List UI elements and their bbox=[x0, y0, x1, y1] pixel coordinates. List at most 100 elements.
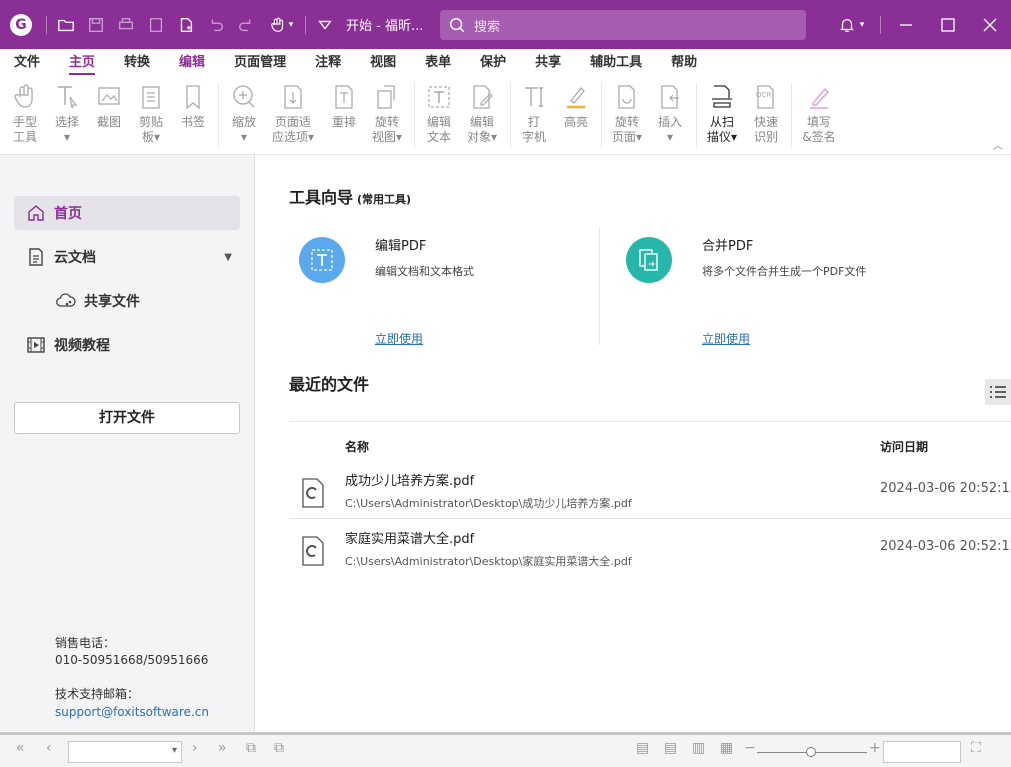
collapse-ribbon-icon[interactable]: ︿ bbox=[993, 137, 1003, 152]
menu-comment[interactable]: 注释 bbox=[315, 49, 341, 77]
nav-video-tutorials[interactable]: 视频教程 bbox=[14, 328, 240, 362]
menu-convert[interactable]: 转换 bbox=[124, 49, 150, 77]
zoom-in-icon[interactable]: + bbox=[869, 740, 881, 756]
use-now-link[interactable]: 立即使用 bbox=[702, 330, 750, 347]
divider bbox=[599, 227, 600, 345]
nav-cloud-docs[interactable]: 云文档 ▼ bbox=[14, 240, 240, 274]
rotate-page-icon bbox=[618, 85, 635, 109]
reflow-button[interactable]: 重排 bbox=[327, 83, 361, 130]
snapshot-button[interactable]: 截图 bbox=[92, 83, 126, 130]
fit-page-button[interactable]: 页面适 应选项▾ bbox=[268, 83, 318, 145]
fullscreen-icon[interactable]: ⛶ bbox=[971, 740, 981, 756]
ribbon-divider bbox=[696, 83, 697, 147]
edit-pdf-icon bbox=[299, 237, 345, 283]
file-access-date: 2024-03-06 20:52:15 bbox=[880, 481, 1011, 496]
bookmark-icon bbox=[186, 85, 200, 110]
continuous-page-icon[interactable]: ▤ bbox=[664, 740, 677, 756]
menu-bar: 文件 主页 转换 编辑 页面管理 注释 视图 表单 保护 共享 辅助工具 帮助 bbox=[0, 49, 1011, 77]
recent-file-row[interactable]: 成功少儿培养方案.pdf C:\Users\Administrator\Desk… bbox=[289, 462, 1011, 519]
edit-text-button[interactable]: 编辑 文本 bbox=[421, 83, 457, 145]
single-page-icon[interactable]: ▤ bbox=[636, 740, 649, 756]
scanner-icon bbox=[712, 85, 732, 108]
zoom-out-icon[interactable]: − bbox=[744, 740, 756, 756]
column-header-name[interactable]: 名称 bbox=[345, 438, 369, 455]
menu-file[interactable]: 文件 bbox=[14, 49, 40, 77]
nav-shared-files[interactable]: 共享文件 bbox=[44, 284, 234, 318]
menu-form[interactable]: 表单 bbox=[425, 49, 451, 77]
save-icon[interactable] bbox=[81, 0, 111, 49]
new-doc-icon[interactable] bbox=[171, 0, 201, 49]
fill-sign-button[interactable]: 填写 &签名 bbox=[798, 83, 840, 145]
recent-file-row[interactable]: 家庭实用菜谱大全.pdf C:\Users\Administrator\Desk… bbox=[289, 520, 1011, 577]
last-page-icon[interactable]: » bbox=[218, 740, 227, 756]
redo-icon[interactable] bbox=[231, 0, 261, 49]
edit-object-button[interactable]: 编辑 对象▾ bbox=[462, 83, 502, 145]
clipboard-icon bbox=[142, 86, 160, 109]
zoom-button[interactable]: 缩放 ▾ bbox=[226, 83, 262, 145]
properties-icon[interactable] bbox=[141, 0, 171, 49]
menu-share[interactable]: 共享 bbox=[535, 49, 561, 77]
quick-ocr-button[interactable]: OCR 快速 识别 bbox=[748, 83, 784, 145]
undo-icon[interactable] bbox=[201, 0, 231, 49]
previous-view-icon[interactable]: ⧉ bbox=[246, 740, 256, 756]
cloud-share-icon bbox=[56, 293, 76, 307]
divider bbox=[305, 15, 306, 34]
menu-home[interactable]: 主页 bbox=[69, 49, 96, 77]
edit-text-icon bbox=[428, 86, 450, 108]
highlight-button[interactable]: 高亮 bbox=[558, 83, 594, 130]
zoom-slider-handle[interactable] bbox=[806, 747, 816, 757]
notification-bell-icon[interactable]: ▾ bbox=[826, 0, 876, 49]
divider bbox=[289, 421, 1011, 422]
next-page-icon[interactable]: › bbox=[192, 740, 198, 756]
open-file-button[interactable]: 打开文件 bbox=[14, 402, 240, 434]
menu-page-management[interactable]: 页面管理 bbox=[234, 49, 286, 77]
hand-tool-button[interactable]: 手型 工具 bbox=[8, 83, 42, 145]
typewriter-button[interactable]: 打字机 bbox=[516, 83, 552, 145]
hand-icon bbox=[14, 84, 33, 108]
expand-arrow-icon[interactable]: ▼ bbox=[224, 252, 232, 263]
use-now-link[interactable]: 立即使用 bbox=[375, 330, 423, 347]
close-button[interactable] bbox=[969, 0, 1011, 49]
document-tab-title[interactable]: 开始 - 福昕... bbox=[346, 15, 436, 34]
title-bar: G ▾ 开始 - 福昕... 搜索 ▾ bbox=[0, 0, 1011, 49]
minimize-button[interactable] bbox=[885, 0, 927, 49]
previous-page-icon[interactable]: ‹ bbox=[46, 740, 52, 756]
column-header-date[interactable]: 访问日期 bbox=[880, 438, 928, 455]
clipboard-button[interactable]: 剪贴 板▾ bbox=[134, 83, 168, 145]
support-email-link[interactable]: support@foxitsoftware.cn bbox=[55, 705, 209, 719]
menu-view[interactable]: 视图 bbox=[370, 49, 396, 77]
bookmark-button[interactable]: 书签 bbox=[176, 83, 210, 130]
zoom-icon bbox=[233, 85, 255, 108]
reflow-icon bbox=[335, 85, 353, 109]
rotate-view-button[interactable]: 旋转 视图▾ bbox=[367, 83, 407, 145]
search-input[interactable]: 搜索 bbox=[440, 10, 806, 40]
pdf-file-icon bbox=[302, 536, 324, 566]
ribbon-divider bbox=[218, 83, 219, 147]
menu-help[interactable]: 帮助 bbox=[671, 49, 697, 77]
rotate-page-button[interactable]: 旋转 页面▾ bbox=[607, 83, 647, 145]
maximize-button[interactable] bbox=[927, 0, 969, 49]
menu-edit[interactable]: 编辑 bbox=[179, 49, 205, 77]
next-view-icon[interactable]: ⧉ bbox=[274, 740, 284, 756]
facing-page-icon[interactable]: ▥ bbox=[692, 740, 705, 756]
list-view-icon[interactable] bbox=[985, 379, 1011, 405]
svg-text:OCR: OCR bbox=[756, 92, 772, 99]
customize-dropdown-icon[interactable] bbox=[310, 0, 340, 49]
first-page-icon[interactable]: « bbox=[16, 740, 25, 756]
open-folder-icon[interactable] bbox=[51, 0, 81, 49]
menu-protect[interactable]: 保护 bbox=[480, 49, 506, 77]
continuous-facing-icon[interactable]: ▦ bbox=[720, 740, 733, 756]
nav-home[interactable]: 首页 bbox=[14, 196, 240, 230]
from-scanner-button[interactable]: 从扫 描仪▾ bbox=[701, 83, 743, 145]
insert-button[interactable]: 插入 ▾ bbox=[652, 83, 688, 145]
hand-tool-icon[interactable]: ▾ bbox=[261, 0, 301, 49]
tools-guide-subtitle: (常用工具) bbox=[357, 193, 412, 206]
select-button[interactable]: 选择 ▾ bbox=[50, 83, 84, 145]
file-name: 成功少儿培养方案.pdf bbox=[345, 474, 475, 489]
document-icon bbox=[29, 248, 43, 266]
menu-accessibility[interactable]: 辅助工具 bbox=[590, 49, 642, 77]
ribbon-divider bbox=[791, 83, 792, 147]
page-number-input[interactable] bbox=[68, 741, 182, 763]
zoom-level-input[interactable] bbox=[883, 741, 961, 763]
print-icon[interactable] bbox=[111, 0, 141, 49]
